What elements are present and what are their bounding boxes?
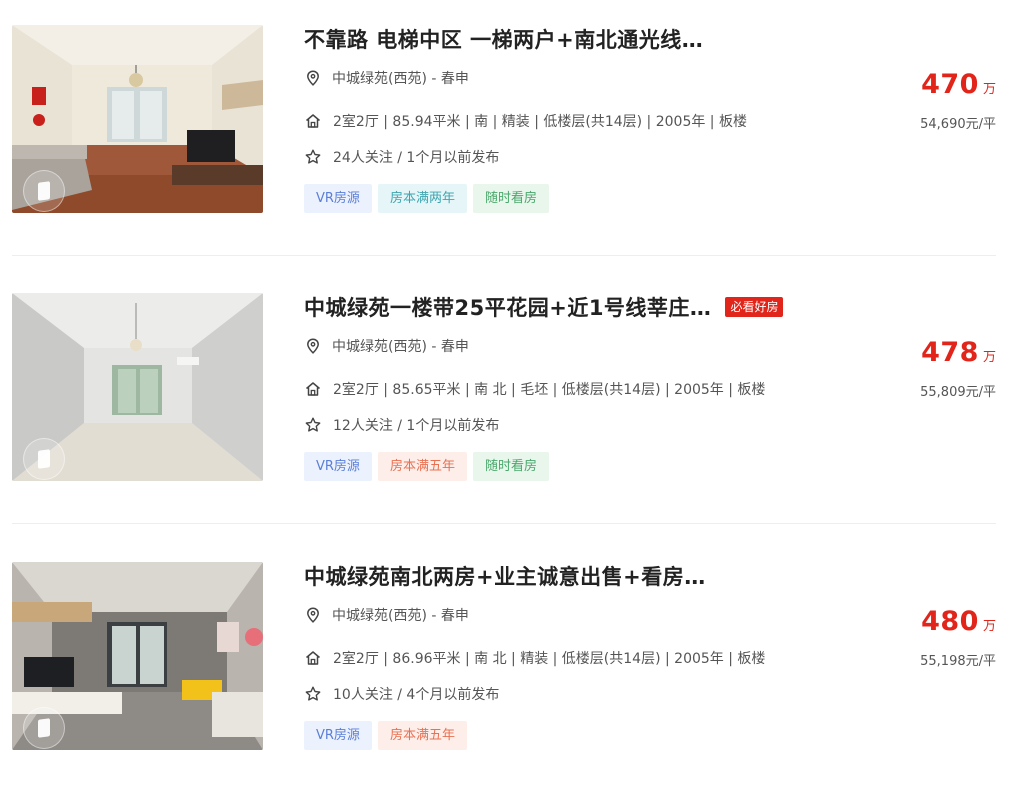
listing-photo[interactable] bbox=[12, 293, 263, 481]
star-icon[interactable] bbox=[304, 148, 322, 166]
location-row: 中城绿苑(西苑) - 春申 bbox=[304, 604, 469, 626]
total-price: 480 万 bbox=[921, 606, 996, 637]
tag-anytime-viewing: 随时看房 bbox=[472, 452, 549, 481]
listing-card[interactable]: 中城绿苑一楼带25平花园+近1号线莘庄… 必看好房 中城绿苑(西苑) - 春申 … bbox=[12, 293, 996, 481]
attributes-row: 2室2厅 | 85.94平米 | 南 | 精装 | 低楼层(共14层) | 20… bbox=[304, 110, 747, 132]
location-text[interactable]: 中城绿苑(西苑) - 春申 bbox=[332, 605, 469, 625]
location-text[interactable]: 中城绿苑(西苑) - 春申 bbox=[332, 68, 469, 88]
house-icon bbox=[304, 112, 322, 130]
location-pin-icon bbox=[304, 606, 322, 624]
tag-vr: VR房源 bbox=[304, 721, 372, 750]
attributes-text: 2室2厅 | 85.94平米 | 南 | 精装 | 低楼层(共14层) | 20… bbox=[333, 114, 747, 130]
tag-five-years: 房本满五年 bbox=[377, 452, 467, 481]
listing-photo[interactable] bbox=[12, 562, 263, 750]
listing-divider bbox=[12, 523, 996, 524]
title-row: 不靠路 电梯中区 一梯两户+南北通光线… bbox=[304, 23, 703, 55]
tag-anytime-viewing: 随时看房 bbox=[472, 184, 549, 213]
tag-vr: VR房源 bbox=[304, 452, 372, 481]
follow-row: 12人关注 / 1个月以前发布 bbox=[304, 414, 499, 436]
title-row: 中城绿苑南北两房+业主诚意出售+看房… bbox=[304, 560, 706, 592]
listing-title[interactable]: 中城绿苑南北两房+业主诚意出售+看房… bbox=[304, 561, 706, 591]
price-unit: 万 bbox=[982, 350, 996, 365]
attributes-text: 2室2厅 | 86.96平米 | 南 北 | 精装 | 低楼层(共14层) | … bbox=[333, 651, 766, 667]
location-pin-icon bbox=[304, 69, 322, 87]
tag-list: VR房源 房本满五年 随时看房 bbox=[304, 452, 555, 481]
listing-title[interactable]: 不靠路 电梯中区 一梯两户+南北通光线… bbox=[304, 24, 703, 54]
tag-two-years: 房本满两年 bbox=[377, 184, 467, 213]
star-icon[interactable] bbox=[304, 685, 322, 703]
price-unit: 万 bbox=[982, 82, 996, 97]
attributes-row: 2室2厅 | 86.96平米 | 南 北 | 精装 | 低楼层(共14层) | … bbox=[304, 647, 765, 669]
total-price: 470 万 bbox=[921, 69, 996, 100]
follow-text: 12人关注 / 1个月以前发布 bbox=[333, 418, 500, 434]
listing-info: 中城绿苑一楼带25平花园+近1号线莘庄… 必看好房 中城绿苑(西苑) - 春申 … bbox=[304, 293, 864, 481]
listing-divider bbox=[12, 255, 996, 256]
listing-title[interactable]: 中城绿苑一楼带25平花园+近1号线莘庄… bbox=[304, 292, 711, 322]
attributes-row: 2室2厅 | 85.65平米 | 南 北 | 毛坯 | 低楼层(共14层) | … bbox=[304, 378, 765, 400]
location-pin-icon bbox=[304, 337, 322, 355]
follow-text: 10人关注 / 4个月以前发布 bbox=[333, 687, 500, 703]
vr-360-icon[interactable] bbox=[23, 438, 65, 480]
unit-price: 55,198元/平 bbox=[920, 654, 996, 669]
tag-vr: VR房源 bbox=[304, 184, 372, 213]
star-icon[interactable] bbox=[304, 416, 322, 434]
total-price: 478 万 bbox=[921, 337, 996, 368]
vr-360-icon[interactable] bbox=[23, 170, 65, 212]
listing-info: 中城绿苑南北两房+业主诚意出售+看房… 中城绿苑(西苑) - 春申 2室2厅 |… bbox=[304, 562, 864, 750]
unit-price: 55,809元/平 bbox=[920, 385, 996, 400]
listing-card[interactable]: 不靠路 电梯中区 一梯两户+南北通光线… 中城绿苑(西苑) - 春申 2室2厅 … bbox=[12, 25, 996, 213]
attributes-text: 2室2厅 | 85.65平米 | 南 北 | 毛坯 | 低楼层(共14层) | … bbox=[333, 382, 766, 398]
listing-photo[interactable] bbox=[12, 25, 263, 213]
price-total: 480 bbox=[921, 606, 979, 637]
vr-360-icon[interactable] bbox=[23, 707, 65, 749]
tag-list: VR房源 房本满五年 bbox=[304, 721, 473, 750]
tag-five-years: 房本满五年 bbox=[377, 721, 467, 750]
location-row: 中城绿苑(西苑) - 春申 bbox=[304, 67, 469, 89]
must-see-badge: 必看好房 bbox=[725, 297, 784, 317]
house-icon bbox=[304, 649, 322, 667]
follow-row: 24人关注 / 1个月以前发布 bbox=[304, 146, 499, 168]
location-row: 中城绿苑(西苑) - 春申 bbox=[304, 335, 469, 357]
house-icon bbox=[304, 380, 322, 398]
price-total: 470 bbox=[921, 69, 979, 100]
listing-info: 不靠路 电梯中区 一梯两户+南北通光线… 中城绿苑(西苑) - 春申 2室2厅 … bbox=[304, 25, 864, 213]
tag-list: VR房源 房本满两年 随时看房 bbox=[304, 184, 555, 213]
follow-row: 10人关注 / 4个月以前发布 bbox=[304, 683, 499, 705]
price-total: 478 bbox=[921, 337, 979, 368]
title-row: 中城绿苑一楼带25平花园+近1号线莘庄… 必看好房 bbox=[304, 291, 784, 323]
location-text[interactable]: 中城绿苑(西苑) - 春申 bbox=[332, 336, 469, 356]
listing-card[interactable]: 中城绿苑南北两房+业主诚意出售+看房… 中城绿苑(西苑) - 春申 2室2厅 |… bbox=[12, 562, 996, 750]
price-unit: 万 bbox=[982, 619, 996, 634]
follow-text: 24人关注 / 1个月以前发布 bbox=[333, 150, 500, 166]
unit-price: 54,690元/平 bbox=[920, 117, 996, 132]
listing-list: 不靠路 电梯中区 一梯两户+南北通光线… 中城绿苑(西苑) - 春申 2室2厅 … bbox=[0, 0, 1016, 786]
